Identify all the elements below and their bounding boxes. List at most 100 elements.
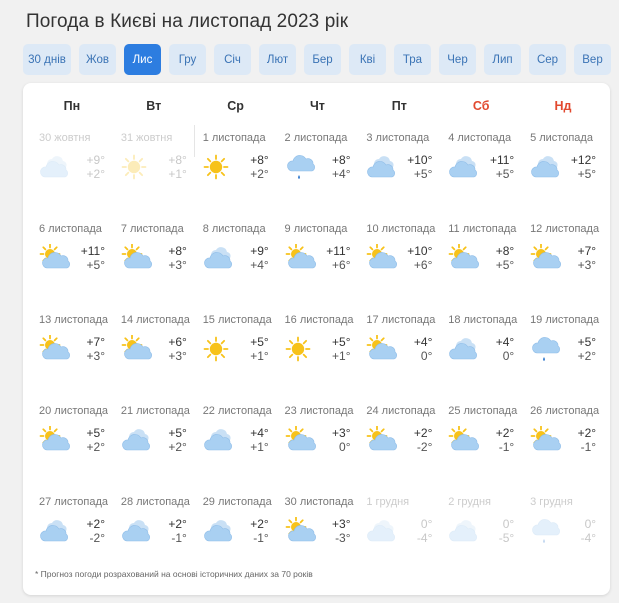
day-cell[interactable]: 13 листопада +7° +3° (31, 309, 113, 400)
calendar-grid: 30 жовтня +9° +2° 31 жовтня +8° +1° 1 листопад… (31, 127, 604, 582)
day-cell[interactable]: 11 листопада +8° +5° (440, 218, 522, 309)
temp-low: +2° (86, 440, 105, 454)
day-date: 22 листопада (202, 405, 272, 417)
partly-cloudy-icon (285, 243, 317, 272)
day-date: 30 листопада (284, 496, 354, 508)
weekday-label: Чт (310, 99, 325, 113)
temp-high: +4° (495, 335, 515, 349)
month-tabs: 30 днів Жов Лис Гру Січ Лют Бер Кві Тра Чер Лип Сер… (23, 44, 611, 75)
day-cell[interactable]: 26 листопада +2° -1° (522, 400, 604, 491)
day-cell[interactable]: 4 листопада +11° +5° (440, 127, 522, 218)
day-date: 13 листопада (39, 314, 108, 326)
temp-high: +4° (413, 335, 433, 349)
tab-month[interactable]: Жов (79, 44, 116, 75)
weekday-label: Пт (391, 99, 407, 113)
day-cell[interactable]: 31 жовтня +8° +1° (113, 127, 195, 218)
temp-low: +5° (495, 258, 515, 272)
day-date: 11 листопада (448, 223, 517, 235)
rain-icon (285, 153, 317, 181)
day-cell[interactable]: 9 листопада +11° +6° (277, 218, 359, 309)
tab-month[interactable]: Гру (169, 44, 206, 75)
day-date: 30 жовтня (39, 132, 91, 144)
day-cell[interactable]: 2 листопада +8° +4° (277, 127, 359, 218)
temp-high: +5° (577, 335, 597, 349)
temp-high: +2° (495, 426, 515, 440)
day-cell[interactable]: 23 листопада +3° 0° (277, 400, 359, 491)
temp-low: +3° (168, 349, 187, 363)
temp-high: +8° (168, 153, 187, 167)
day-cell[interactable]: 12 листопада +7° +3° (522, 218, 604, 309)
partly-cloudy-icon (448, 243, 480, 272)
page-title: Погода в Києві на листопад 2023 рік (26, 11, 349, 32)
day-cell[interactable]: 6 листопада +11° +5° (31, 218, 113, 309)
temp-high: +11° (489, 153, 515, 167)
footnote: * Прогноз погоди розрахований на основі … (35, 569, 313, 579)
day-cell[interactable]: 1 грудня 0° -4° (358, 491, 440, 582)
temp-low: +3° (86, 349, 105, 363)
day-cell[interactable]: 17 листопада +4° 0° (358, 309, 440, 400)
tab-month[interactable]: Сер (529, 44, 566, 75)
partly-cloudy-icon (366, 243, 398, 272)
temp-high: +4° (250, 426, 269, 440)
temp-low: +2° (250, 167, 269, 181)
cloudy-icon (448, 335, 480, 363)
weekday-label: Пн (63, 99, 81, 113)
tab-month[interactable]: Лип (484, 44, 521, 75)
temp-low: +1° (168, 167, 187, 181)
weekday-label: Сб (472, 99, 490, 113)
temp-high: 0° (502, 517, 515, 531)
partly-cloudy-icon (121, 334, 153, 363)
day-cell[interactable]: 15 листопада +5° +1° (195, 309, 277, 400)
day-cell[interactable]: 7 листопада +8° +3° (113, 218, 195, 309)
day-cell[interactable]: 18 листопада +4° 0° (440, 309, 522, 400)
cloudy-icon (203, 517, 235, 545)
tab-month[interactable]: Лис (124, 44, 161, 75)
temp-low: -1° (253, 531, 269, 545)
tab-month[interactable]: Кві (349, 44, 386, 75)
temp-low: -1° (171, 531, 187, 545)
day-cell[interactable]: 24 листопада +2° -2° (358, 400, 440, 491)
day-cell[interactable]: 2 грудня 0° -5° (440, 491, 522, 582)
temp-high: +12° (570, 153, 597, 167)
temp-high: +5° (86, 426, 105, 440)
temp-low: +3° (577, 258, 597, 272)
day-cell[interactable]: 20 листопада +5° +2° (31, 400, 113, 491)
tab-month[interactable]: Чер (439, 44, 476, 75)
day-cell[interactable]: 16 листопада +5° +1° (277, 309, 359, 400)
day-date: 12 листопада (530, 223, 600, 235)
tab-month[interactable]: Тра (394, 44, 431, 75)
day-date: 3 листопада (366, 132, 430, 144)
temp-high: +9° (250, 244, 269, 258)
day-cell[interactable]: 3 грудня 0° -4° (522, 491, 604, 582)
temp-high: +7° (577, 244, 597, 258)
partly-cloudy-icon (39, 334, 71, 363)
day-cell[interactable]: 3 листопада +10° +5° (358, 127, 440, 218)
day-cell[interactable]: 19 листопада +5° +2° (522, 309, 604, 400)
tab-month[interactable]: Січ (214, 44, 251, 75)
day-cell[interactable]: 5 листопада +12° +5° (522, 127, 604, 218)
tab-month[interactable]: Вер (574, 44, 611, 75)
day-date: 10 листопада (366, 223, 436, 235)
temp-low: -2° (416, 440, 433, 454)
day-date: 2 грудня (448, 496, 491, 508)
day-cell[interactable]: 14 листопада +6° +3° (113, 309, 195, 400)
temp-low: -1° (498, 440, 515, 454)
day-date: 28 листопада (120, 496, 190, 508)
temp-low: +1° (250, 440, 269, 454)
tab-month[interactable]: 30 днів (23, 44, 71, 75)
rain-icon (530, 335, 562, 363)
day-cell[interactable]: 22 листопада +4° +1° (195, 400, 277, 491)
day-cell[interactable]: 10 листопада +10° +6° (358, 218, 440, 309)
day-cell[interactable]: 8 листопада +9° +4° (195, 218, 277, 309)
tab-month[interactable]: Лют (259, 44, 296, 75)
temp-low: 0° (502, 349, 515, 363)
day-cell[interactable]: 21 листопада +5° +2° (113, 400, 195, 491)
tab-month[interactable]: Бер (304, 44, 341, 75)
weekday-label: Нд (554, 99, 572, 113)
day-cell[interactable]: 25 листопада +2° -1° (440, 400, 522, 491)
partly-cloudy-icon (530, 243, 562, 272)
day-cell[interactable]: 30 жовтня +9° +2° (31, 127, 113, 218)
day-cell[interactable]: 1 листопада +8° +2° (195, 127, 277, 218)
temp-high: +2° (413, 426, 433, 440)
temp-high: +11° (80, 244, 105, 258)
